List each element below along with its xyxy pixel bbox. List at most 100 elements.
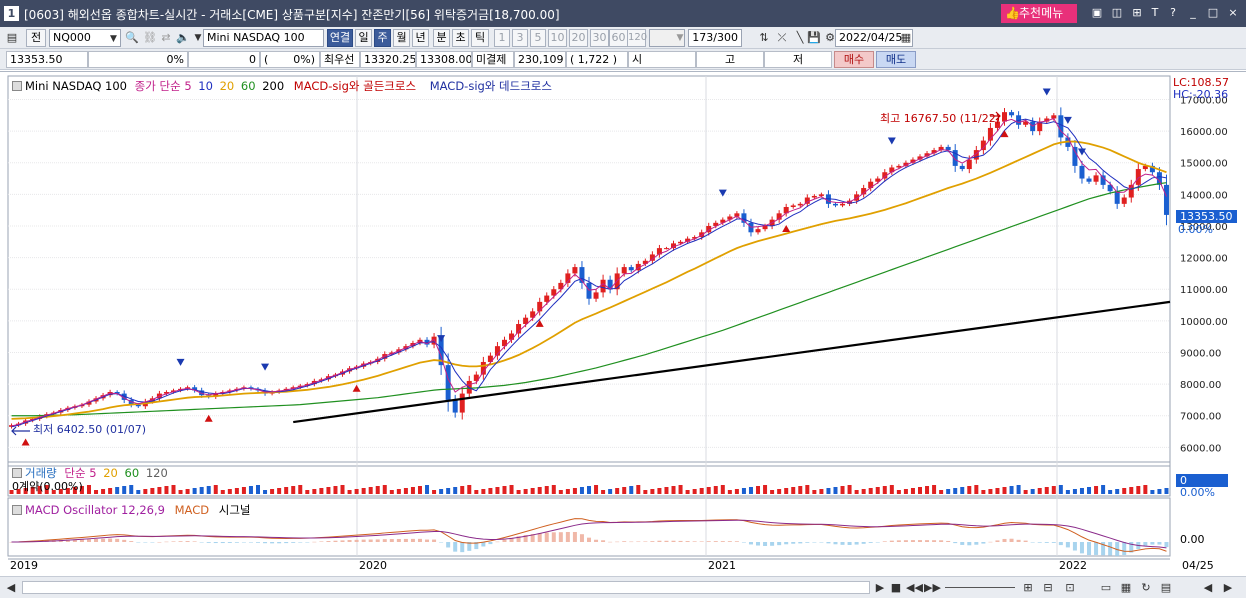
view-icon[interactable]: ▭ <box>1098 580 1114 596</box>
volume-bar <box>805 485 810 494</box>
next-icon[interactable]: ▶ <box>1220 580 1236 596</box>
high-label: 고 <box>696 51 764 68</box>
macd-osc-label: MACD Oscillator 12,26,9 <box>25 503 165 517</box>
fit-icon[interactable]: ⊡ <box>1062 580 1078 596</box>
macd-osc-bar <box>270 542 275 544</box>
interval-button-10[interactable]: 10 <box>548 29 567 47</box>
candle-body <box>1058 115 1064 138</box>
close-button[interactable]: × <box>1226 5 1240 20</box>
zoom-out-icon[interactable]: ⊟ <box>1040 580 1056 596</box>
compare-icon[interactable]: ⇄ <box>158 30 174 46</box>
period-button-minute[interactable]: 분 <box>433 29 450 47</box>
zoom-slider[interactable] <box>945 587 1015 588</box>
sound-icon[interactable]: 🔈 <box>175 30 191 46</box>
volume-grid-icon[interactable] <box>12 468 22 478</box>
chart-type-icon[interactable]: ▦ <box>1118 580 1134 596</box>
zoom-icon[interactable]: ⇅ <box>756 30 772 46</box>
high-annotation: 최고 16767.50 (11/22) <box>880 112 1001 125</box>
period-button-second[interactable]: 초 <box>452 29 469 47</box>
zoom-in-icon[interactable]: ⊞ <box>1020 580 1036 596</box>
period-button-week[interactable]: 주 <box>374 29 391 47</box>
macd-osc-bar <box>664 540 669 542</box>
volume-bar <box>530 488 535 494</box>
help-button[interactable]: ? <box>1166 5 1180 20</box>
pin-icon[interactable]: ⊞ <box>1130 5 1144 20</box>
split-icon[interactable]: ◫ <box>1110 5 1124 20</box>
chevron-down-icon[interactable]: ▼ <box>107 31 120 47</box>
prev-icon[interactable]: ◀ <box>1200 580 1216 596</box>
macd-osc-bar <box>157 541 162 543</box>
scroll-track[interactable] <box>22 581 870 594</box>
count-display[interactable]: 173/300 <box>688 29 742 47</box>
buy-button[interactable]: 매수 <box>834 51 874 68</box>
period-button-linked[interactable]: 연결 <box>327 29 353 47</box>
candle-body <box>1163 184 1169 215</box>
interval-button-60[interactable]: 60 <box>609 29 628 47</box>
candle-body <box>959 165 965 170</box>
macd-osc-bar <box>206 542 211 543</box>
x-label-current: 04/25 <box>1182 559 1214 572</box>
interval-button-30[interactable]: 30 <box>590 29 609 47</box>
minimize-button[interactable]: _ <box>1186 5 1200 20</box>
volume-bar <box>1150 490 1155 494</box>
font-button[interactable]: T <box>1148 5 1162 20</box>
layout-icon[interactable]: ▣ <box>1090 5 1104 20</box>
macd-osc-bar <box>192 541 197 542</box>
legend-signal-golden: MACD-sig와 골든크로스 <box>293 79 417 93</box>
macd-osc-bar <box>1016 539 1021 542</box>
volume-bar <box>298 485 303 494</box>
macd-osc-bar <box>129 541 134 542</box>
candle-body <box>509 333 515 340</box>
volume-bar <box>326 487 331 494</box>
recommend-menu-button[interactable]: 👍 추천메뉴 <box>1001 4 1077 23</box>
interval-button-5[interactable]: 5 <box>530 29 546 47</box>
period-button-month[interactable]: 월 <box>393 29 410 47</box>
crosshair-icon[interactable]: ⤫ <box>774 30 790 46</box>
macd-osc-bar <box>572 531 577 542</box>
macd-grid-icon[interactable] <box>12 505 22 515</box>
interval-button-1[interactable]: 1 <box>494 29 510 47</box>
scroll-bar[interactable]: ◀ ▶ ■ ◀◀ ▶▶ ⊞ ⊟ ⊡ ▭ ▦ ↻ ▤ ◀ ▶ <box>0 576 1246 598</box>
legend-ma-5: 5 <box>184 79 192 93</box>
volume-bar <box>333 486 338 494</box>
volume-bar <box>1023 490 1028 494</box>
macd-osc-bar <box>854 542 859 545</box>
volume-bar <box>1122 488 1127 494</box>
period-button-year[interactable]: 년 <box>412 29 429 47</box>
refresh-icon[interactable]: ↻ <box>1138 580 1154 596</box>
interval-button-3[interactable]: 3 <box>512 29 528 47</box>
interval-button-20[interactable]: 20 <box>569 29 588 47</box>
volume-bar <box>460 486 465 494</box>
dead-cross-arrow <box>1063 116 1072 124</box>
stop-icon[interactable]: ■ <box>888 580 904 596</box>
volume-bar <box>551 485 556 494</box>
scroll-left-icon[interactable]: ◀ <box>3 580 19 596</box>
search-icon[interactable]: 🔍 <box>124 30 140 46</box>
sell-button[interactable]: 매도 <box>876 51 916 68</box>
macd-osc-bar <box>819 542 824 543</box>
volume-bar <box>305 490 310 494</box>
panel-toggle-icon[interactable]: ▤ <box>4 30 20 46</box>
calendar-icon[interactable]: ▦ <box>898 30 914 46</box>
macd-osc-bar <box>333 540 338 542</box>
candle-body <box>1009 112 1015 116</box>
forward-icon[interactable]: ▶▶ <box>924 580 941 596</box>
rewind-icon[interactable]: ◀◀ <box>906 580 923 596</box>
type-button[interactable]: 전 <box>26 29 46 47</box>
link-icon[interactable]: ⛓ <box>142 30 158 46</box>
chart-area[interactable]: 17000.00 16000.00 15000.00 14000.00 13000.00… <box>0 71 1246 576</box>
save-icon[interactable]: 💾 <box>806 30 822 46</box>
table-icon[interactable]: ▤ <box>1158 580 1174 596</box>
macd-legend: MACD Oscillator 12,26,9 MACD 시그널 <box>12 502 251 518</box>
interval-button-120[interactable]: 120 <box>627 29 647 47</box>
period-button-day[interactable]: 일 <box>355 29 372 47</box>
window-title: [0603] 해외선옵 종합차트-실시간 - 거래소[CME] 상품구분[지수]… <box>24 8 560 22</box>
legend-grid-icon[interactable] <box>12 81 22 91</box>
period-button-tick[interactable]: 틱 <box>471 29 489 47</box>
play-icon[interactable]: ▶ <box>872 580 888 596</box>
chevron-down-icon-3[interactable]: ▼ <box>672 30 688 46</box>
macd-osc-bar <box>108 538 113 542</box>
maximize-button[interactable]: □ <box>1206 5 1220 20</box>
volume-bar <box>558 490 563 494</box>
volume-bar <box>403 488 408 494</box>
